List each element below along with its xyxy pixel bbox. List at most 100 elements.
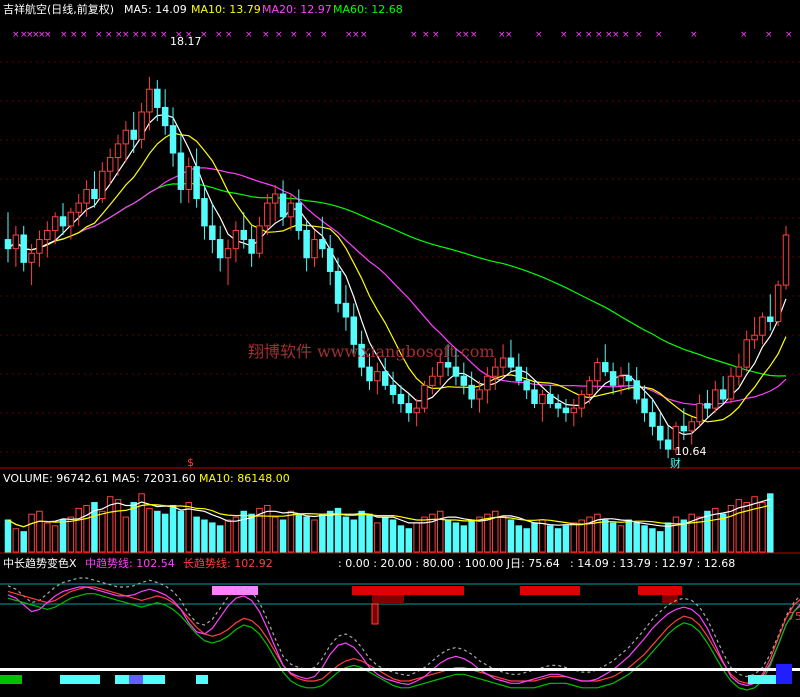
candle	[782, 225, 790, 290]
ma10-label: MA10: 13.79	[191, 3, 261, 16]
candle-body	[138, 111, 145, 140]
x-marker: ×	[60, 30, 68, 40]
x-marker: ×	[140, 30, 148, 40]
candle-body	[256, 225, 263, 254]
candle-body	[51, 216, 59, 231]
candle-body	[216, 239, 224, 259]
ma10-line	[7, 132, 787, 423]
x-marker: ×	[80, 30, 88, 40]
candle-body	[248, 239, 255, 254]
candle-body	[12, 234, 20, 250]
bottom-blue2	[776, 664, 792, 684]
candle-body	[523, 380, 530, 391]
candle-body	[154, 88, 161, 108]
volume-bar	[83, 504, 90, 553]
volume-bar	[185, 502, 192, 553]
volume-bar	[59, 519, 67, 553]
candle-body	[240, 229, 248, 241]
candle-body	[319, 239, 326, 250]
candle	[381, 358, 389, 390]
volume-bar	[641, 525, 648, 553]
volume-bar	[216, 525, 224, 553]
candle	[743, 330, 750, 372]
candle-body	[397, 393, 405, 405]
volume-bar	[358, 510, 365, 553]
x-marker: ×	[655, 30, 663, 40]
volume-bar	[405, 528, 413, 553]
volume-bar	[342, 516, 350, 553]
candle	[224, 239, 232, 286]
candle-body	[484, 375, 491, 391]
candle-body	[326, 248, 334, 272]
x-marker: ×	[612, 30, 620, 40]
candle	[75, 194, 82, 226]
volume-bar	[303, 516, 310, 553]
watermark: 翔博软件 www.xiangbosoft.com	[248, 342, 495, 361]
volume-bar	[44, 522, 51, 553]
candle-body	[201, 198, 208, 227]
candle	[209, 203, 216, 254]
candle	[177, 134, 185, 204]
candle-body	[36, 239, 43, 254]
volume-bar	[311, 519, 318, 553]
candle-body	[602, 362, 609, 373]
indicator-ma-values: : 14.09 : 13.79 : 12.97 : 12.68	[570, 557, 735, 570]
bottom-cyan4	[196, 675, 208, 684]
x-marker: ×	[432, 30, 440, 40]
volume-bar	[99, 510, 106, 553]
candle-body	[169, 125, 177, 154]
candle	[4, 212, 12, 263]
candle-body	[350, 316, 358, 345]
dollar-marker: $	[187, 456, 194, 469]
candle-body	[625, 375, 633, 382]
candle-body	[712, 389, 719, 409]
volume-ma10-path	[7, 503, 771, 528]
candle	[751, 317, 758, 349]
candle	[12, 225, 20, 267]
volume-bar	[4, 519, 12, 553]
candle	[279, 180, 287, 226]
candle	[28, 244, 35, 286]
volume-bar	[413, 522, 420, 553]
candle-body	[688, 421, 695, 432]
x-marker: ×	[320, 30, 328, 40]
candle-body	[617, 375, 625, 386]
volume-bar	[672, 516, 680, 553]
volume-bar	[319, 513, 326, 553]
candle	[507, 339, 515, 372]
candle-body	[59, 216, 67, 227]
volume-bar	[436, 510, 444, 553]
volume-bar	[193, 516, 200, 553]
candle-body	[680, 425, 688, 432]
band-red2	[520, 586, 580, 595]
band-darkred	[372, 595, 404, 604]
candle	[295, 189, 303, 240]
chart-canvas[interactable]: 吉祥航空(日线,前复权) MA5: 14.09 MA10: 13.79 MA20…	[0, 0, 800, 697]
x-marker: ×	[105, 30, 113, 40]
volume-bar	[122, 516, 130, 553]
candle-body	[570, 407, 578, 414]
x-marker: ×	[352, 30, 360, 40]
x-marker: ×	[595, 30, 603, 40]
candle	[413, 399, 420, 427]
candle	[594, 358, 601, 390]
candle	[256, 216, 263, 258]
long-trend-label: 长趋势线: 102.92	[183, 556, 273, 570]
candle	[562, 399, 570, 422]
indicator-extra-label: : 0.00 : 20.00 : 80.00 : 100.00 J日: 75.6…	[338, 557, 560, 570]
candle	[287, 194, 295, 231]
volume-bar	[12, 528, 20, 553]
x-marker: ×	[622, 30, 630, 40]
x-marker: ×	[122, 30, 130, 40]
volume-bar	[366, 513, 373, 553]
candle-body	[704, 403, 711, 409]
candle	[633, 367, 640, 404]
candle	[326, 235, 334, 286]
volume-bar	[499, 516, 507, 553]
candle-body	[28, 252, 35, 263]
bottom-cyan2	[115, 675, 129, 684]
candle-body	[271, 193, 279, 204]
volume-bar	[20, 531, 27, 553]
volume-bar	[287, 510, 295, 553]
candle-body	[279, 193, 287, 218]
